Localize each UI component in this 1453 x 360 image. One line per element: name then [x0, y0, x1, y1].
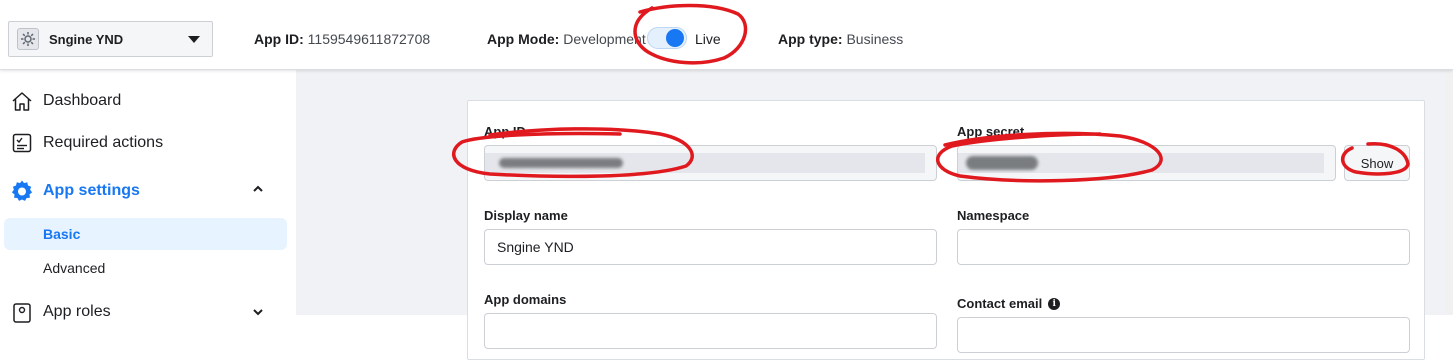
sidebar-label-app-roles: App roles — [43, 303, 111, 320]
live-mode-toggle[interactable] — [647, 27, 687, 49]
namespace-label: Namespace — [957, 208, 1030, 223]
sidebar-item-advanced[interactable]: Advanced — [4, 252, 287, 284]
sidebar: Dashboard Required actions App settings … — [0, 70, 296, 323]
basic-settings-card: App ID App secret Show Display name Sngi… — [467, 100, 1425, 360]
sidebar-label-advanced: Advanced — [43, 260, 106, 276]
sidebar-item-dashboard[interactable]: Dashboard — [10, 89, 121, 113]
sidebar-item-app-settings[interactable]: App settings — [10, 179, 140, 203]
app-type-value: Business — [846, 31, 904, 47]
app-id-field[interactable] — [484, 145, 937, 181]
app-type-label: App type: — [778, 31, 843, 47]
contact-email-label-text: Contact email — [957, 296, 1043, 311]
contact-email-label: Contact email i — [957, 296, 1061, 311]
home-icon — [10, 89, 34, 113]
chevron-down-icon[interactable] — [252, 305, 264, 321]
app-mode-value: Development — [563, 31, 646, 47]
app-id-field-label: App ID — [484, 124, 526, 139]
sidebar-label-dashboard: Dashboard — [43, 92, 122, 109]
main-content: App ID App secret Show Display name Sngi… — [296, 70, 1453, 360]
settings-cog-icon — [17, 28, 39, 50]
roles-icon — [10, 300, 34, 324]
redaction-scribble — [966, 156, 1038, 170]
app-selector-name: Sngine YND — [49, 31, 124, 47]
app-mode-info: App Mode: Development — [487, 31, 646, 47]
caret-down-icon[interactable] — [188, 35, 200, 43]
app-selector[interactable]: Sngine YND — [8, 21, 213, 57]
live-label: Live — [695, 31, 721, 47]
sidebar-item-app-roles[interactable]: App roles — [10, 300, 111, 324]
app-id-value: 1159549611872708 — [307, 31, 431, 47]
app-type-info: App type: Business — [778, 31, 903, 47]
namespace-input[interactable] — [957, 229, 1410, 265]
app-id-info: App ID: 1159549611872708 — [254, 31, 430, 47]
app-secret-field[interactable] — [957, 145, 1336, 181]
show-secret-button[interactable]: Show — [1344, 145, 1410, 181]
sidebar-label-basic: Basic — [43, 226, 81, 242]
sidebar-label-app-settings: App settings — [43, 182, 140, 199]
redaction-scribble — [499, 158, 623, 168]
checklist-icon — [10, 131, 34, 155]
chevron-up-icon[interactable] — [252, 182, 264, 198]
gear-icon — [10, 179, 34, 203]
display-name-label: Display name — [484, 208, 568, 223]
contact-email-input[interactable] — [957, 317, 1410, 353]
sidebar-item-basic[interactable]: Basic — [4, 218, 287, 250]
page-scrollbar[interactable] — [1445, 70, 1453, 315]
sidebar-label-required-actions: Required actions — [43, 134, 164, 151]
app-mode-label: App Mode: — [487, 31, 560, 47]
app-id-label: App ID: — [254, 31, 304, 47]
sidebar-item-required-actions[interactable]: Required actions — [10, 131, 163, 155]
info-icon[interactable]: i — [1048, 297, 1061, 310]
toggle-knob — [666, 29, 684, 47]
app-domains-label: App domains — [484, 292, 567, 307]
app-domains-input[interactable] — [484, 313, 937, 349]
top-bar: Sngine YND App ID: 1159549611872708 App … — [0, 0, 1453, 70]
app-secret-field-label: App secret — [957, 124, 1025, 139]
display-name-input[interactable]: Sngine YND — [484, 229, 937, 265]
